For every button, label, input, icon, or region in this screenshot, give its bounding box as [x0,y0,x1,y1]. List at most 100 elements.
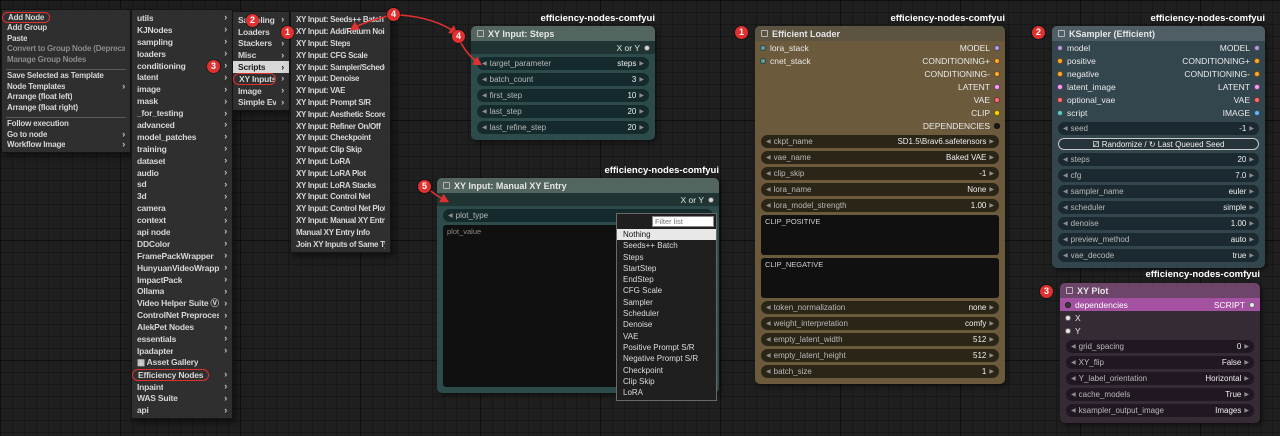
decrement-arrow-icon[interactable]: ◀ [766,304,771,311]
increment-arrow-icon[interactable]: ▶ [639,60,644,67]
category-menu-item[interactable]: sampling › [132,36,232,48]
output-port-dot[interactable] [644,45,650,51]
category-menu-item[interactable]: Video Helper Suite ⓋⒽⓈ › [132,297,232,309]
output-port[interactable]: CONDITIONING+ [917,54,1005,67]
output-port[interactable]: VAE [917,93,1005,106]
dropdown-item[interactable]: Sampler [617,297,716,308]
output-port[interactable]: VAE [1177,93,1265,106]
port-dot-icon[interactable] [1254,110,1260,116]
port-dot-icon[interactable] [994,123,1000,129]
category-menu-item[interactable]: ▦ Asset Gallery › [132,357,232,369]
collapse-icon[interactable] [761,30,768,37]
dropdown-item[interactable]: Clip Skip [617,376,716,387]
decrement-arrow-icon[interactable]: ◀ [766,352,771,359]
increment-arrow-icon[interactable]: ▶ [1249,172,1254,179]
input-port[interactable]: Y [1060,324,1260,337]
decrement-arrow-icon[interactable]: ◀ [1063,252,1068,259]
port-dot-icon[interactable] [1057,58,1063,64]
input-port[interactable]: lora_stack [755,41,816,54]
node-xy-plot[interactable]: XY Plot dependencies SCRIPT X Y ◀ [1060,283,1260,423]
increment-arrow-icon[interactable]: ▶ [1249,188,1254,195]
decrement-arrow-icon[interactable]: ◀ [766,186,771,193]
context-menu-item[interactable]: Paste › [2,33,130,44]
decrement-arrow-icon[interactable]: ◀ [482,108,487,115]
xy-input-menu-item[interactable]: XY Input: Add/Return Noise › [291,26,390,38]
context-menu-item[interactable]: Go to node › [2,129,130,140]
increment-arrow-icon[interactable]: ▶ [1249,156,1254,163]
port-dot-icon[interactable] [1254,97,1260,103]
port-dot-icon[interactable] [1057,71,1063,77]
increment-arrow-icon[interactable]: ▶ [1249,204,1254,211]
node-ksampler-efficient[interactable]: KSampler (Efficient) model positive nega… [1052,26,1265,268]
port-dot-icon[interactable] [1254,84,1260,90]
context-menu-item[interactable]: Workflow Image › [2,140,130,151]
widget-row[interactable]: ◀ scheduler simple ▶ [1058,201,1259,214]
increment-arrow-icon[interactable]: ▶ [1244,407,1249,414]
widget-row[interactable]: ◀ cfg 7.0 ▶ [1058,169,1259,182]
category-menu-item[interactable]: latent › [132,71,232,83]
widget-row[interactable]: ◀ vae_decode true ▶ [1058,249,1259,262]
increment-arrow-icon[interactable]: ▶ [989,336,994,343]
category-menu-item[interactable]: FramePackWrapper › [132,250,232,262]
filter-input[interactable] [652,216,714,227]
category-menu-item[interactable]: 3d › [132,190,232,202]
port-dot-icon[interactable] [760,45,766,51]
category-menu-item[interactable]: ImpactPack › [132,274,232,286]
port-dot-icon[interactable] [994,84,1000,90]
dropdown-item[interactable]: Negative Prompt S/R [617,353,716,364]
collapse-icon[interactable] [1058,30,1065,37]
dropdown-item[interactable]: Denoise [617,319,716,330]
port-dot-icon[interactable] [1057,45,1063,51]
decrement-arrow-icon[interactable]: ◀ [1063,220,1068,227]
node-xy-input-steps[interactable]: XY Input: Steps X or Y ◀ target_paramete… [471,26,655,140]
dropdown-item[interactable]: Nothing [617,229,716,240]
positive-prompt-textarea[interactable]: CLIP_POSITIVE [761,215,999,255]
category-menu-item[interactable]: context › [132,214,232,226]
context-menu-item[interactable]: Convert to Group Node (Deprecated) › [2,44,130,55]
dropdown-item[interactable]: Positive Prompt S/R [617,342,716,353]
widget-row[interactable]: ◀ vae_name Baked VAE ▶ [761,151,999,164]
decrement-arrow-icon[interactable]: ◀ [766,138,771,145]
widget-row[interactable]: ◀ clip_skip -1 ▶ [761,167,999,180]
decrement-arrow-icon[interactable]: ◀ [1063,188,1068,195]
context-menu-item[interactable]: Node Templates › [2,81,130,92]
port-dot-icon[interactable] [1254,58,1260,64]
input-port[interactable]: negative [1052,67,1121,80]
xy-input-menu-item[interactable]: XY Input: Control Net › [291,191,390,203]
widget-row[interactable]: ◀ lora_name None ▶ [761,183,999,196]
dropdown-item[interactable]: Steps [617,252,716,263]
dropdown-item[interactable]: EndStep [617,274,716,285]
decrement-arrow-icon[interactable]: ◀ [1063,125,1068,132]
widget-row[interactable]: ◀ empty_latent_width 512 ▶ [761,333,999,346]
widget-row[interactable]: ◀ sampler_name euler ▶ [1058,185,1259,198]
increment-arrow-icon[interactable]: ▶ [989,154,994,161]
widget-row[interactable]: ◀ seed -1 ▶ [1058,122,1259,135]
xy-input-menu-item[interactable]: XY Input: Aesthetic Score › [291,108,390,120]
widget-row[interactable]: ◀ ksampler_output_image Images ▶ [1066,404,1254,417]
dropdown-item[interactable]: LoRA [617,387,716,398]
category-menu-item[interactable]: utils › [132,12,232,24]
xy-input-menu-item[interactable]: Manual XY Entry Info › [291,226,390,238]
xy-input-menu-item[interactable]: XY Input: Seeds++ Batch › [291,14,390,26]
xy-input-menu-item[interactable]: XY Input: Checkpoint › [291,132,390,144]
output-port[interactable]: DEPENDENCIES [917,119,1005,132]
widget-row[interactable]: ◀ XY_flip False ▶ [1066,356,1254,369]
input-port[interactable]: model [1052,41,1121,54]
input-port[interactable]: cnet_stack [755,54,816,67]
increment-arrow-icon[interactable]: ▶ [1249,220,1254,227]
xy-input-menu-item[interactable]: Join XY Inputs of Same Type › [291,238,390,250]
dropdown-item[interactable]: StartStep [617,263,716,274]
context-menu-item[interactable]: Follow execution › [2,119,130,130]
xy-input-menu-item[interactable]: XY Input: LoRA › [291,156,390,168]
widget-row[interactable]: ◀ ckpt_name SD1.5\Brav6.safetensors ▶ [761,135,999,148]
category-menu-item[interactable]: image › [132,83,232,95]
node-header[interactable]: XY Plot [1060,283,1260,298]
decrement-arrow-icon[interactable]: ◀ [482,92,487,99]
decrement-arrow-icon[interactable]: ◀ [448,212,453,219]
node-header[interactable]: KSampler (Efficient) [1052,26,1265,41]
port-dot-icon[interactable] [1249,302,1255,308]
input-port[interactable]: optional_vae [1052,93,1121,106]
context-menu-item[interactable]: Manage Group Nodes › [2,54,130,65]
output-port[interactable]: CLIP [917,106,1005,119]
category-menu-item[interactable]: mask › [132,95,232,107]
